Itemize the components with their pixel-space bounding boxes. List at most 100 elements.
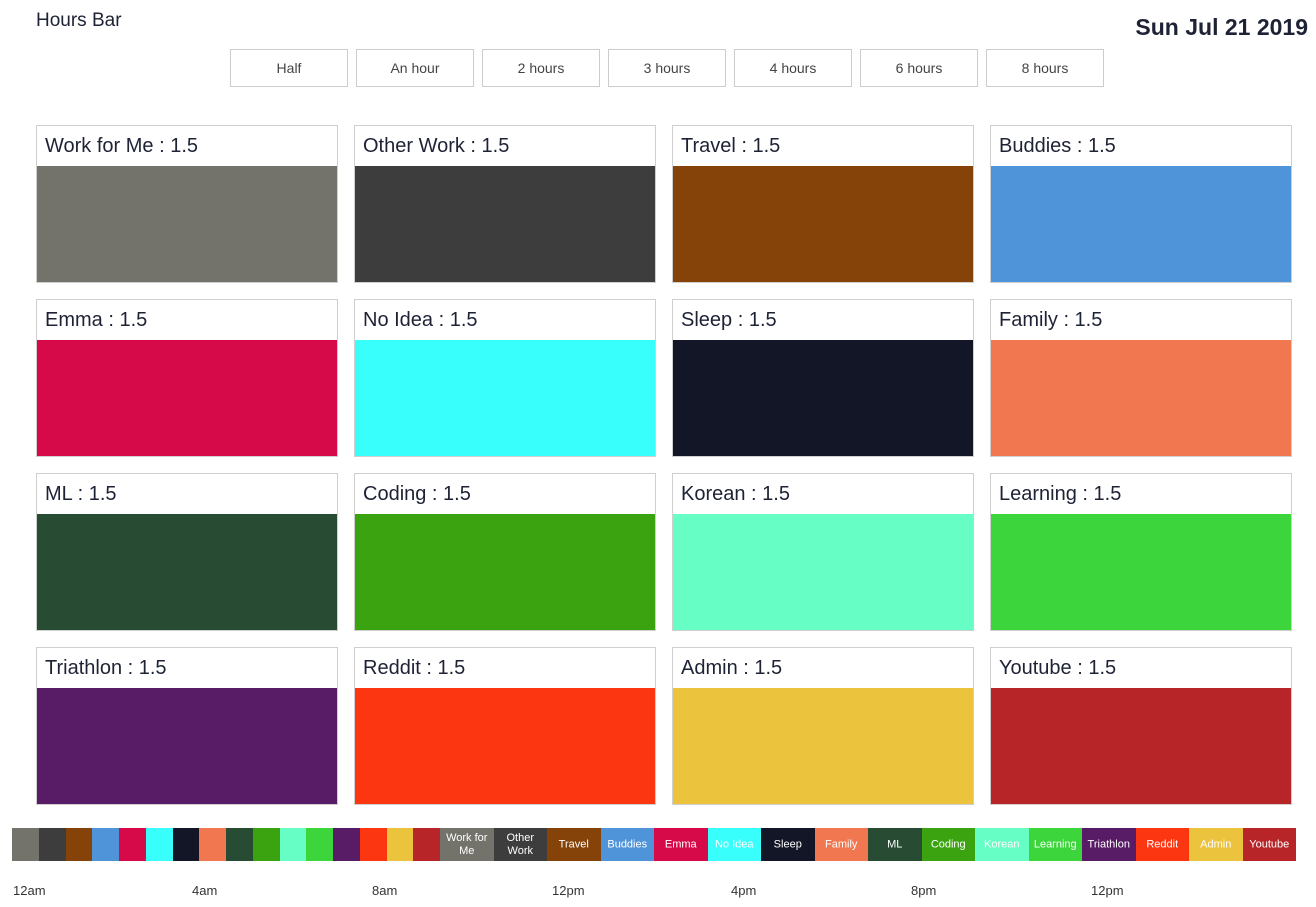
timeline-segment-label: No Idea — [714, 838, 754, 850]
category-card[interactable]: Learning : 1.5 — [990, 473, 1292, 631]
duration-buttons: Half An hour 2 hours 3 hours 4 hours 6 h… — [230, 49, 1104, 87]
duration-3-hours-button[interactable]: 3 hours — [608, 49, 726, 87]
duration-half-button[interactable]: Half — [230, 49, 348, 87]
timeline-segment-label: Triathlon — [1087, 838, 1130, 850]
timeline-segment[interactable]: Travel — [547, 828, 601, 861]
time-label-12am: 12am — [13, 883, 46, 898]
timeline-segment[interactable] — [12, 828, 39, 861]
category-card-label: Triathlon : 1.5 — [45, 657, 167, 679]
timeline-segment-label: Youtube — [1249, 838, 1290, 850]
category-card[interactable]: No Idea : 1.5 — [354, 299, 656, 457]
category-card-label: Family : 1.5 — [999, 309, 1103, 331]
current-date: Sun Jul 21 2019 — [1135, 14, 1308, 40]
category-color-swatch — [673, 340, 973, 456]
timeline-segment[interactable] — [65, 828, 93, 861]
timeline-segment[interactable] — [172, 828, 200, 861]
timeline-segment-label: Other Work — [506, 831, 534, 857]
timeline-segment-label: Travel — [558, 838, 589, 850]
category-card[interactable]: Youtube : 1.5 — [990, 647, 1292, 805]
category-card[interactable]: Korean : 1.5 — [672, 473, 974, 631]
timeline-segment[interactable]: Learning — [1028, 828, 1082, 861]
timeline-segment[interactable] — [226, 828, 253, 861]
category-card[interactable]: Reddit : 1.5 — [354, 647, 656, 805]
category-card[interactable]: Coding : 1.5 — [354, 473, 656, 631]
category-card[interactable]: Triathlon : 1.5 — [36, 647, 338, 805]
category-card[interactable]: ML : 1.5 — [36, 473, 338, 631]
timeline-segment[interactable]: Buddies — [600, 828, 654, 861]
timeline-segment-label: Coding — [930, 838, 966, 850]
time-label-8pm: 8pm — [911, 883, 937, 898]
category-color-swatch — [37, 688, 337, 804]
category-card-label: Buddies : 1.5 — [999, 135, 1116, 157]
timeline-segment[interactable]: Admin — [1189, 828, 1243, 861]
timeline-segment[interactable] — [92, 828, 119, 861]
timeline-segment[interactable]: Triathlon — [1082, 828, 1136, 861]
category-card-label: Other Work : 1.5 — [363, 135, 510, 157]
timeline-segment[interactable] — [306, 828, 333, 861]
category-color-swatch — [673, 166, 973, 282]
timeline-segment-label: Family — [825, 838, 858, 850]
category-color-swatch — [673, 688, 973, 804]
timeline-segment[interactable]: Emma — [654, 828, 708, 861]
timeline-segment[interactable]: Sleep — [761, 828, 815, 861]
timeline-segment[interactable]: ML — [868, 828, 922, 861]
category-card-label: Travel : 1.5 — [681, 135, 781, 157]
timeline-segment[interactable] — [359, 828, 387, 861]
timeline-segment[interactable] — [333, 828, 360, 861]
app-title: Hours Bar — [36, 10, 122, 31]
category-color-swatch — [355, 340, 655, 456]
category-grid: Work for Me : 1.5 Other Work : 1.5 Travel … — [36, 125, 1292, 805]
category-card-label: Youtube : 1.5 — [999, 657, 1117, 679]
category-color-swatch — [355, 166, 655, 282]
timeline-segment[interactable]: Reddit — [1135, 828, 1189, 861]
duration-6-hours-button[interactable]: 6 hours — [860, 49, 978, 87]
timeline-segment[interactable]: Youtube — [1242, 828, 1296, 861]
duration-8-hours-button[interactable]: 8 hours — [986, 49, 1104, 87]
category-card-label: Sleep : 1.5 — [681, 309, 777, 331]
timeline-segment-label: Work for Me — [446, 831, 488, 857]
timeline-segment[interactable] — [145, 828, 173, 861]
category-color-swatch — [991, 688, 1291, 804]
timeline-segment[interactable] — [38, 828, 66, 861]
timeline-segment-label: Korean — [984, 838, 1020, 850]
timeline-segment[interactable] — [386, 828, 414, 861]
timeline-segment-label: Buddies — [607, 838, 648, 850]
timeline-segment[interactable] — [252, 828, 280, 861]
duration-4-hours-button[interactable]: 4 hours — [734, 49, 852, 87]
category-card-label: No Idea : 1.5 — [363, 309, 478, 331]
timeline-segment-label: ML — [887, 838, 903, 850]
category-color-swatch — [991, 514, 1291, 630]
category-color-swatch — [355, 688, 655, 804]
category-color-swatch — [37, 166, 337, 282]
category-card-label: ML : 1.5 — [45, 483, 117, 505]
timeline-segment[interactable] — [279, 828, 307, 861]
category-color-swatch — [673, 514, 973, 630]
timeline-segment[interactable] — [413, 828, 440, 861]
category-card[interactable]: Admin : 1.5 — [672, 647, 974, 805]
category-card[interactable]: Emma : 1.5 — [36, 299, 338, 457]
timeline-segment[interactable] — [199, 828, 226, 861]
time-label-4am: 4am — [192, 883, 218, 898]
category-card[interactable]: Travel : 1.5 — [672, 125, 974, 283]
timeline-segment[interactable]: Coding — [921, 828, 975, 861]
category-card[interactable]: Work for Me : 1.5 — [36, 125, 338, 283]
category-card-label: Reddit : 1.5 — [363, 657, 466, 679]
category-card[interactable]: Sleep : 1.5 — [672, 299, 974, 457]
timeline-segment[interactable]: Korean — [975, 828, 1029, 861]
category-card[interactable]: Other Work : 1.5 — [354, 125, 656, 283]
category-card-label: Korean : 1.5 — [681, 483, 790, 505]
duration-2-hours-button[interactable]: 2 hours — [482, 49, 600, 87]
category-card[interactable]: Buddies : 1.5 — [990, 125, 1292, 283]
category-color-swatch — [355, 514, 655, 630]
category-color-swatch — [991, 340, 1291, 456]
timeline-segment[interactable] — [119, 828, 146, 861]
timeline-segment-label: Emma — [664, 838, 697, 850]
timeline-segment[interactable]: Other Work — [493, 828, 547, 861]
category-card[interactable]: Family : 1.5 — [990, 299, 1292, 457]
timeline-segment[interactable]: Work for Me — [440, 828, 494, 861]
category-color-swatch — [991, 166, 1291, 282]
timeline-segment[interactable]: Family — [814, 828, 868, 861]
category-card-label: Coding : 1.5 — [363, 483, 471, 505]
duration-1-hour-button[interactable]: An hour — [356, 49, 474, 87]
timeline-segment[interactable]: No Idea — [707, 828, 761, 861]
